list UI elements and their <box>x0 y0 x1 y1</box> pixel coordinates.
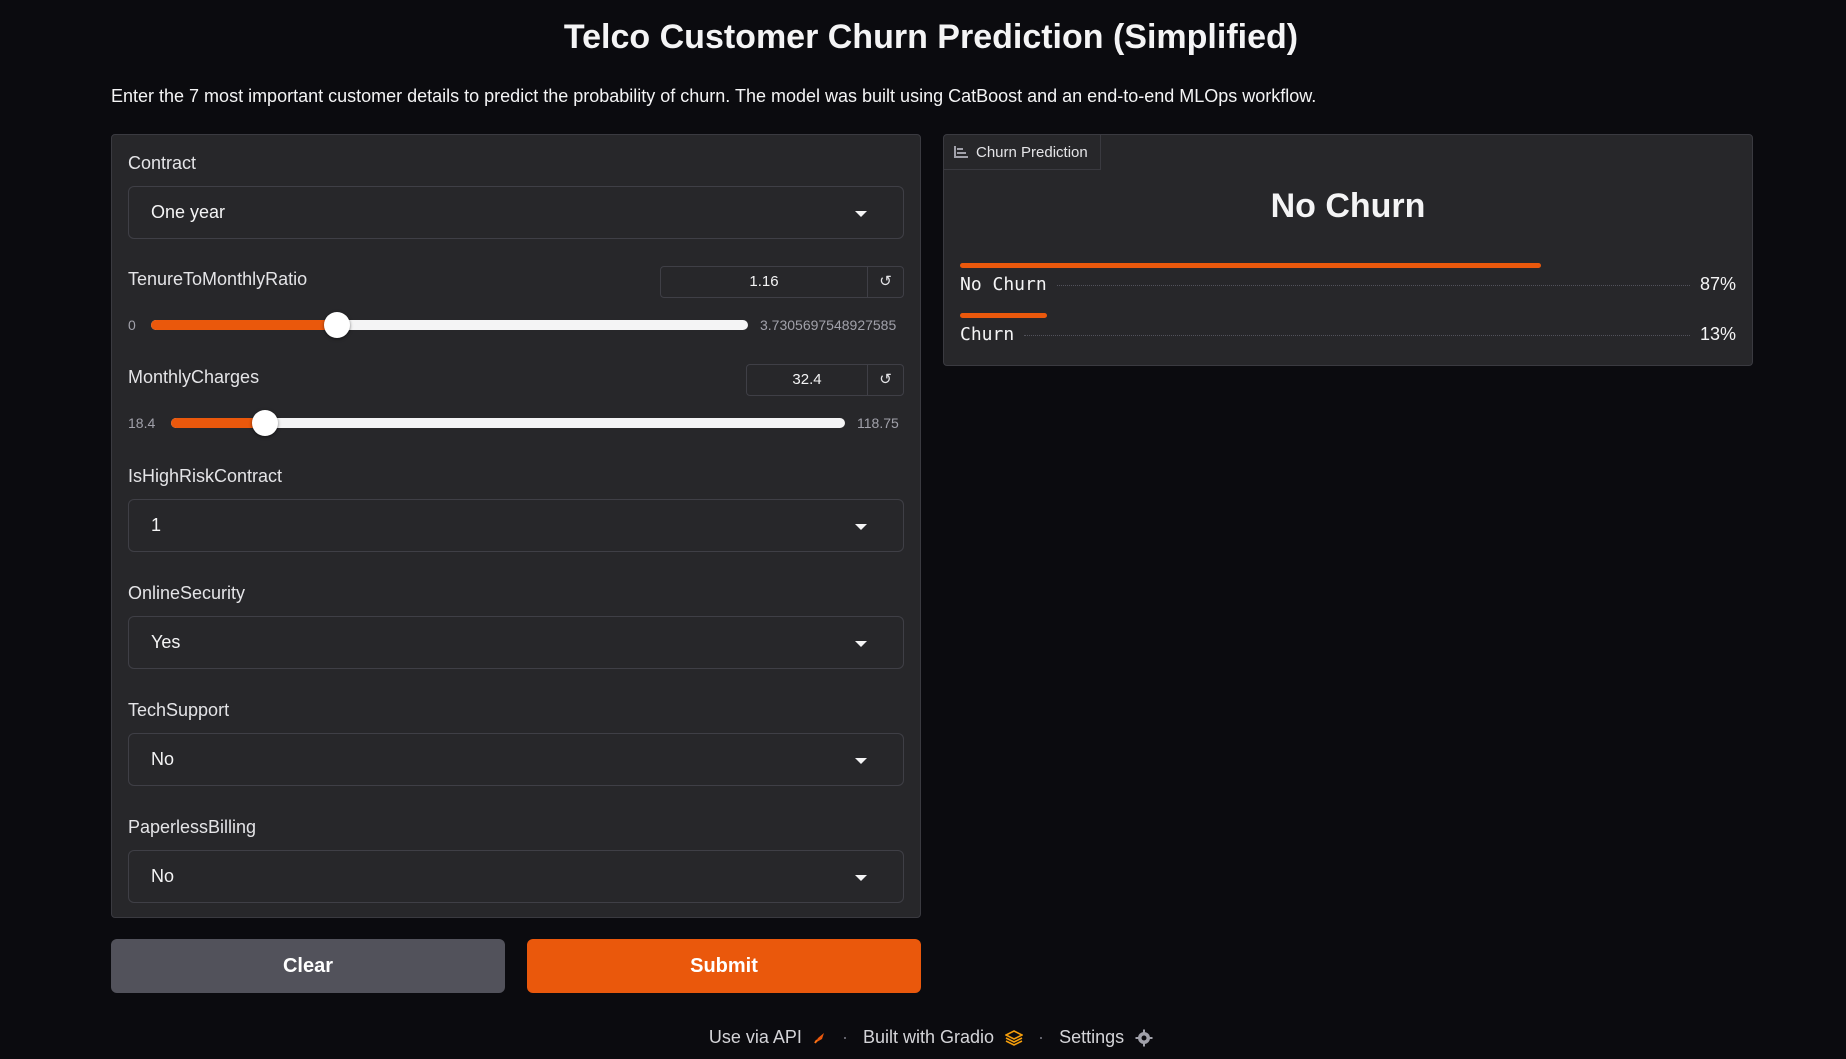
contract-label: Contract <box>128 153 197 173</box>
caret-down-icon <box>855 641 867 647</box>
caret-down-icon <box>855 211 867 217</box>
footer-separator: · <box>1038 1026 1045 1047</box>
reset-icon[interactable]: ↺ <box>867 267 903 297</box>
monthly-charges-label: MonthlyCharges <box>128 367 260 387</box>
chart-icon <box>954 146 968 158</box>
page-title: Telco Customer Churn Prediction (Simplif… <box>563 18 1299 56</box>
confidence-bar <box>960 263 1541 268</box>
paperless-billing-dropdown[interactable]: No <box>128 850 904 903</box>
is-high-risk-dropdown[interactable]: 1 <box>128 499 904 552</box>
confidence-percent: 87% <box>1699 274 1736 294</box>
dotted-leader <box>1024 335 1690 336</box>
monthly-charges-max: 118.75 <box>857 415 899 431</box>
monthly-charges-number-box: 32.4 ↺ <box>746 364 904 396</box>
monthly-charges-slider-thumb[interactable] <box>252 410 278 436</box>
confidence-label: Churn <box>960 324 1015 345</box>
tenure-ratio-min: 0 <box>128 317 136 333</box>
is-high-risk-label: IsHighRiskContract <box>128 466 283 486</box>
tech-support-value: No <box>151 749 175 769</box>
tenure-ratio-slider[interactable] <box>151 312 748 338</box>
tenure-ratio-input[interactable]: 1.16 <box>661 267 867 297</box>
output-tab: Churn Prediction <box>944 135 1101 170</box>
online-security-value: Yes <box>151 632 181 652</box>
monthly-charges-min: 18.4 <box>128 415 156 431</box>
footer: Use via API · Built with Gradio · Settin… <box>0 1026 1846 1048</box>
submit-button[interactable]: Submit <box>527 939 921 993</box>
tenure-ratio-max: 3.7305697548927585 <box>760 317 897 333</box>
tenure-ratio-slider-fill <box>151 320 337 330</box>
page-description: Enter the 7 most important customer deta… <box>111 86 1317 106</box>
gear-icon <box>1135 1029 1153 1047</box>
confidence-percent: 13% <box>1699 324 1736 344</box>
caret-down-icon <box>855 524 867 530</box>
caret-down-icon <box>855 875 867 881</box>
contract-dropdown[interactable]: One year <box>128 186 904 239</box>
footer-separator: · <box>841 1026 848 1047</box>
dotted-leader <box>1056 285 1690 286</box>
use-via-api-link[interactable]: Use via API <box>709 1026 832 1047</box>
tenure-ratio-slider-thumb[interactable] <box>324 312 350 338</box>
prediction-label: No Churn <box>1270 187 1426 225</box>
output-tab-label: Churn Prediction <box>976 143 1088 161</box>
reset-icon[interactable]: ↺ <box>867 365 903 395</box>
caret-down-icon <box>855 758 867 764</box>
gradio-logo-icon <box>1005 1029 1024 1046</box>
confidence-row: Churn 13% <box>960 313 1736 345</box>
contract-value: One year <box>151 202 226 222</box>
paperless-billing-value: No <box>151 866 175 886</box>
output-panel: Churn Prediction No Churn No Churn 87% C… <box>943 134 1753 366</box>
tech-support-label: TechSupport <box>128 700 230 720</box>
tenure-ratio-number-box: 1.16 ↺ <box>660 266 904 298</box>
monthly-charges-slider-fill <box>171 418 265 428</box>
monthly-charges-slider[interactable] <box>171 410 845 436</box>
paperless-billing-label: PaperlessBilling <box>128 817 257 837</box>
input-panel: Contract One year TenureToMonthlyRatio 1… <box>111 134 921 918</box>
online-security-label: OnlineSecurity <box>128 583 246 603</box>
tech-support-dropdown[interactable]: No <box>128 733 904 786</box>
settings-link[interactable]: Settings <box>1059 1026 1153 1047</box>
rocket-icon <box>814 1032 824 1044</box>
clear-button[interactable]: Clear <box>111 939 505 993</box>
confidence-label: No Churn <box>960 274 1047 295</box>
tenure-ratio-label: TenureToMonthlyRatio <box>128 269 308 289</box>
monthly-charges-input[interactable]: 32.4 <box>747 365 867 395</box>
confidence-bar <box>960 313 1047 318</box>
built-with-gradio-link[interactable]: Built with Gradio <box>863 1026 1028 1047</box>
confidence-row: No Churn 87% <box>960 263 1736 295</box>
is-high-risk-value: 1 <box>151 515 162 535</box>
online-security-dropdown[interactable]: Yes <box>128 616 904 669</box>
